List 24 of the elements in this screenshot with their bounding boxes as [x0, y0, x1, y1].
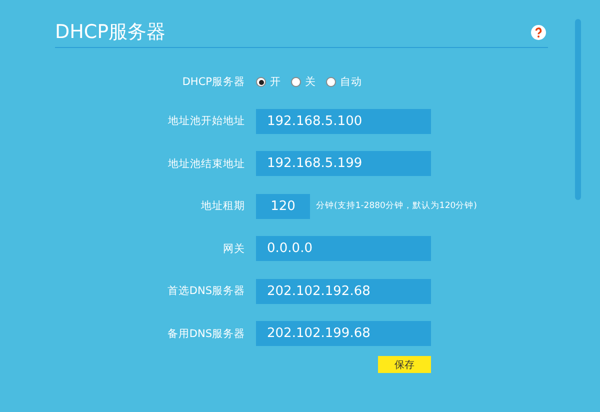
field-label: 地址租期 [200, 199, 245, 213]
input-field[interactable]: 202.102.192.68 [256, 278, 431, 304]
field-label: 备用DNS服务器 [166, 326, 245, 340]
radio-label[interactable]: 开 [270, 75, 281, 89]
radio-button[interactable] [256, 77, 266, 87]
radio-button[interactable] [326, 77, 336, 87]
page-title: DHCP服务器 [55, 20, 166, 45]
field-label: 网关 [222, 242, 245, 256]
input-field[interactable]: 202.102.199.68 [256, 321, 431, 346]
save-button[interactable]: 保存 [378, 356, 431, 373]
input-field[interactable]: 192.168.5.199 [256, 151, 431, 176]
field-label: 首选DNS服务器 [166, 284, 245, 298]
field-label: 地址池结束地址 [167, 156, 245, 170]
input-field[interactable]: 0.0.0.0 [256, 236, 431, 261]
field-label: DHCP服务器 [181, 75, 245, 89]
radio-button[interactable] [291, 77, 301, 87]
scrollbar[interactable] [575, 19, 581, 200]
radio-label[interactable]: 关 [305, 75, 316, 89]
input-field[interactable]: 192.168.5.100 [256, 108, 431, 134]
field-label: 地址池开始地址 [167, 114, 245, 128]
radio-label[interactable]: 自动 [340, 75, 362, 89]
hint-text: 分钟(支持1-2880分钟，默认为120分钟) [316, 200, 477, 212]
input-field[interactable]: 120 [256, 194, 310, 218]
help-icon[interactable] [531, 24, 546, 40]
